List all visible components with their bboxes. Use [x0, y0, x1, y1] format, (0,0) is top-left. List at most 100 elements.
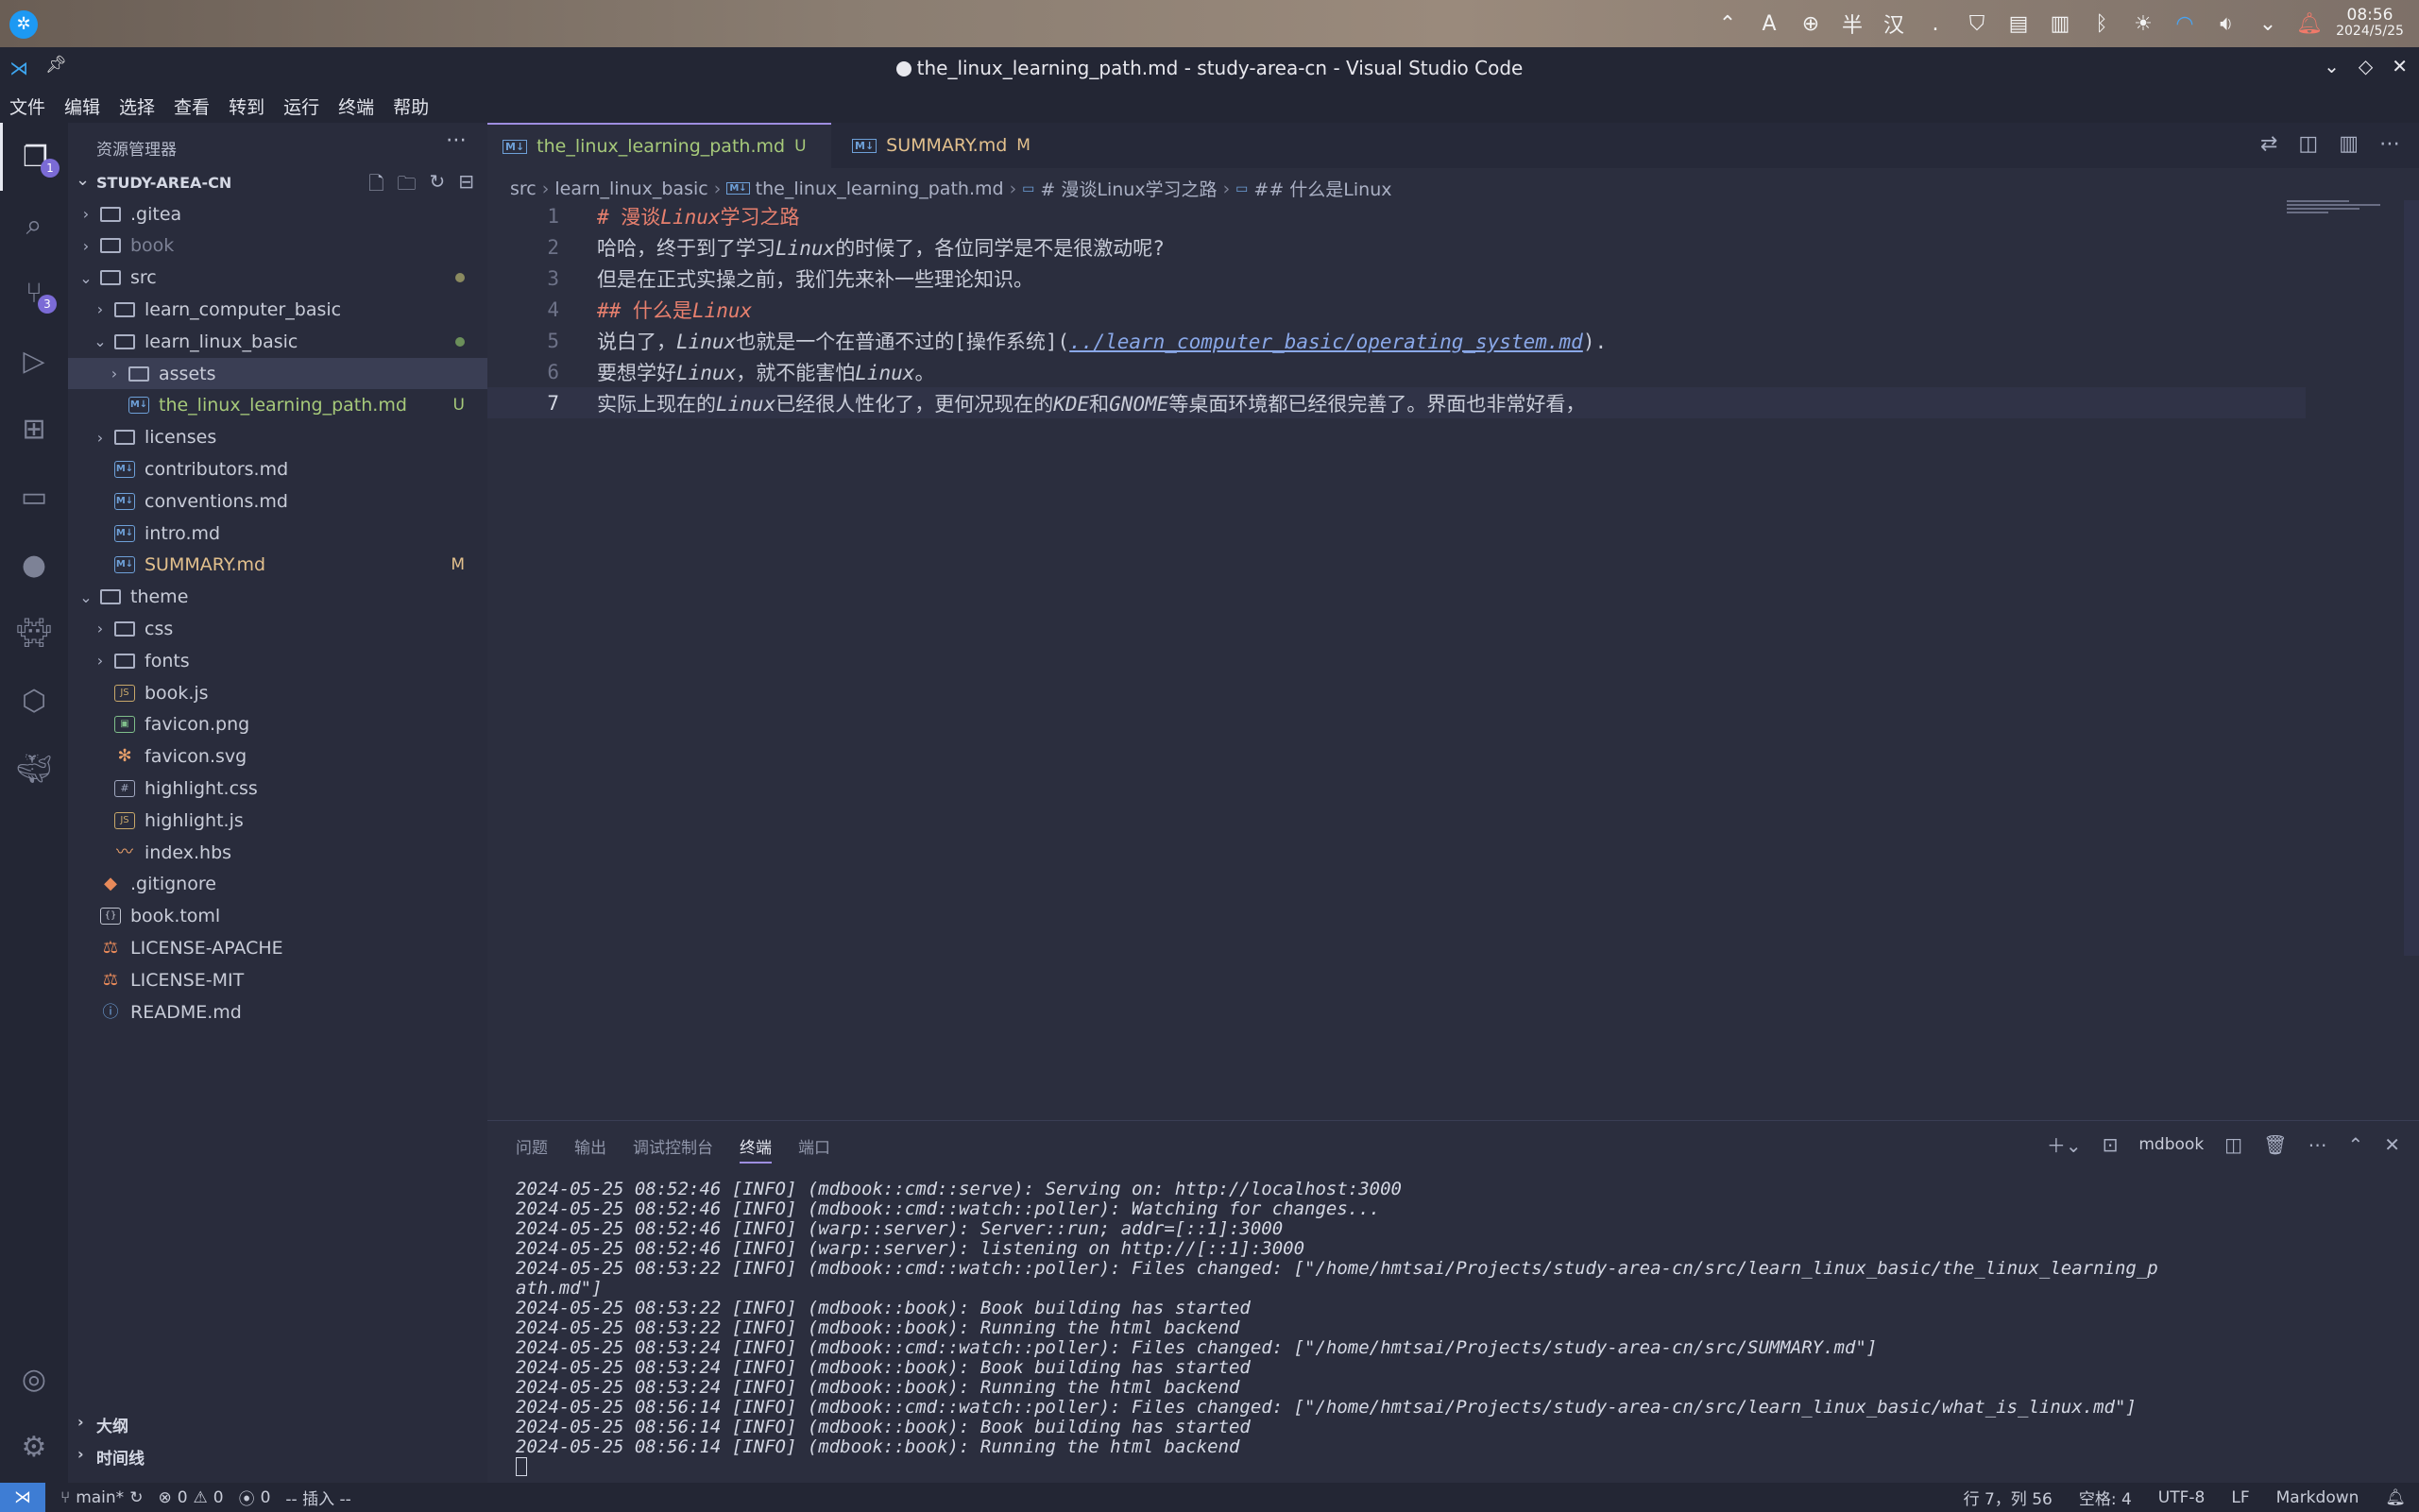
breadcrumb-item[interactable]: the_linux_learning_path.md: [756, 178, 1004, 199]
tab-output[interactable]: 输出: [574, 1134, 606, 1164]
docker-icon[interactable]: 🐳︎: [0, 735, 68, 803]
tree-item[interactable]: › fonts: [68, 645, 487, 676]
run-debug-icon[interactable]: ▷: [0, 327, 68, 395]
language-mode[interactable]: Markdown: [2276, 1488, 2359, 1507]
tree-item[interactable]: › book: [68, 230, 487, 262]
encoding[interactable]: UTF-8: [2158, 1488, 2206, 1507]
clipboard-icon[interactable]: ▥: [2039, 0, 2081, 47]
github-icon[interactable]: ●: [0, 531, 68, 599]
explorer-icon[interactable]: ❐ 1: [0, 123, 68, 191]
editor-scrollbar[interactable]: [2404, 200, 2419, 956]
menu-help[interactable]: 帮助: [393, 93, 429, 119]
ime-font-icon[interactable]: A: [1748, 0, 1790, 47]
tree-item[interactable]: JS book.js: [68, 677, 487, 708]
new-file-icon[interactable]: 🗋︎: [368, 170, 383, 202]
code-line[interactable]: 2 哈哈，终于到了学习Linux的时候了，各位同学是不是很激动呢?: [487, 231, 2306, 263]
tree-item[interactable]: ⚖ LICENSE-MIT: [68, 964, 487, 995]
tree-item[interactable]: › licenses: [68, 422, 487, 453]
tree-item[interactable]: ▣ favicon.png: [68, 709, 487, 740]
outline-section[interactable]: › 大纲: [68, 1409, 487, 1439]
tree-item[interactable]: ⌄ theme: [68, 582, 487, 613]
indentation[interactable]: 空格: 4: [2079, 1486, 2132, 1509]
tab-debug-console[interactable]: 调试控制台: [633, 1134, 713, 1164]
minimap[interactable]: [2287, 200, 2391, 238]
code-line[interactable]: 4 ## 什么是Linux: [487, 294, 2306, 325]
trash-icon[interactable]: 🗑︎: [2263, 1133, 2287, 1156]
maximize-icon[interactable]: ◇: [2359, 55, 2373, 77]
tab-terminal[interactable]: 终端: [740, 1134, 772, 1164]
close-icon[interactable]: ✕: [2392, 55, 2408, 77]
tree-item[interactable]: › css: [68, 613, 487, 644]
bluetooth-icon[interactable]: ᛒ: [2081, 0, 2122, 47]
package-icon[interactable]: ⬡: [0, 667, 68, 735]
tree-item[interactable]: M↓ contributors.md: [68, 453, 487, 484]
cursor-position[interactable]: 行 7，列 56: [1964, 1486, 2053, 1509]
chevron-up-icon[interactable]: ⌃: [1707, 0, 1748, 47]
tree-item[interactable]: › .gitea: [68, 198, 487, 229]
ime-chinese-indicator[interactable]: 汉: [1873, 0, 1915, 47]
menu-run[interactable]: 运行: [283, 93, 319, 119]
more-actions-icon[interactable]: ⋯: [2379, 132, 2400, 156]
terminal-name[interactable]: mdbook: [2138, 1135, 2204, 1154]
tree-item[interactable]: # highlight.css: [68, 773, 487, 804]
tree-item[interactable]: ⌄ src: [68, 263, 487, 294]
remote-indicator-icon[interactable]: ⋊: [0, 1483, 45, 1512]
settings-gear-icon[interactable]: ⚙: [0, 1413, 68, 1481]
menu-edit[interactable]: 编辑: [64, 93, 100, 119]
ime-punctuation-indicator[interactable]: .: [1915, 0, 1956, 47]
chevron-down-icon[interactable]: ⌄: [2247, 0, 2289, 47]
new-folder-icon[interactable]: 🗀︎: [397, 170, 416, 202]
timeline-section[interactable]: › 时间线: [68, 1441, 487, 1471]
breadcrumb-item[interactable]: # 漫谈Linux学习之路: [1040, 176, 1217, 201]
menu-go[interactable]: 转到: [229, 93, 264, 119]
tree-item[interactable]: ◆ .gitignore: [68, 869, 487, 900]
terminal-output[interactable]: 2024-05-25 08:52:46 [INFO] (mdbook::cmd:…: [516, 1180, 2405, 1481]
breadcrumb-item[interactable]: src: [510, 178, 537, 199]
preview-icon[interactable]: ◫: [2298, 132, 2318, 156]
tree-item[interactable]: JS highlight.js: [68, 805, 487, 836]
notifications-bell-icon[interactable]: 🔔︎: [2385, 1488, 2406, 1507]
collapse-all-icon[interactable]: ⊟: [458, 170, 474, 202]
git-branch[interactable]: ⑂ main* ↻: [60, 1488, 143, 1507]
tree-item[interactable]: › assets: [68, 358, 487, 389]
end-of-line[interactable]: LF: [2231, 1488, 2249, 1507]
search-icon[interactable]: ⌕: [0, 191, 68, 259]
code-line[interactable]: 6 要想学好Linux，就不能害怕Linux。: [487, 356, 2306, 387]
code-line[interactable]: 7 实际上现在的Linux已经很人性化了，更何况现在的KDE和GNOME等桌面环境…: [487, 387, 2306, 418]
tree-item[interactable]: ✻ favicon.svg: [68, 741, 487, 773]
split-editor-icon[interactable]: ▥: [2339, 132, 2359, 156]
tree-item[interactable]: M↓ conventions.md: [68, 485, 487, 517]
globe-icon[interactable]: ⊕: [1790, 0, 1831, 47]
new-terminal-icon[interactable]: ＋⌄: [2047, 1130, 2082, 1158]
tree-item[interactable]: ⓘ README.md: [68, 996, 487, 1028]
tab-summary[interactable]: M↓ SUMMARY.md M: [837, 123, 1059, 168]
open-changes-icon[interactable]: ⇄: [2260, 132, 2277, 156]
tab-problems[interactable]: 问题: [516, 1134, 548, 1164]
clock[interactable]: 08:56 2024/5/25: [2330, 8, 2410, 40]
notes-icon[interactable]: ▤: [1998, 0, 2039, 47]
problems-indicator[interactable]: ⊗ 0 ⚠ 0: [158, 1488, 223, 1507]
tree-item[interactable]: {} book.toml: [68, 901, 487, 932]
refresh-icon[interactable]: ↻: [429, 170, 445, 202]
code-line[interactable]: 5 说白了，Linux也就是一个在普通不过的[操作系统](../learn_com…: [487, 325, 2306, 356]
wifi-icon[interactable]: ◠: [2164, 0, 2206, 47]
brightness-icon[interactable]: ☀: [2122, 0, 2164, 47]
more-actions-icon[interactable]: ⋯: [446, 128, 467, 152]
close-panel-icon[interactable]: ✕: [2384, 1133, 2400, 1156]
maximize-panel-icon[interactable]: ⌃: [2347, 1133, 2363, 1156]
workspace-header[interactable]: ⌄ STUDY-AREA-CN 🗋︎ 🗀︎ ↻ ⊟: [68, 168, 487, 198]
notification-icon[interactable]: 🔔︎: [2289, 0, 2330, 47]
tree-item[interactable]: ⌄ learn_linux_basic: [68, 326, 487, 357]
breadcrumb-item[interactable]: learn_linux_basic: [554, 178, 707, 199]
tab-the-linux-learning-path[interactable]: M↓ the_linux_learning_path.md U: [487, 123, 831, 168]
tree-item[interactable]: M↓ intro.md: [68, 518, 487, 549]
split-terminal-icon[interactable]: ◫: [2224, 1133, 2242, 1156]
menu-terminal[interactable]: 终端: [338, 93, 374, 119]
menu-view[interactable]: 查看: [174, 93, 210, 119]
account-icon[interactable]: ◎: [0, 1345, 68, 1413]
tree-item[interactable]: M↓ SUMMARY.md M: [68, 550, 487, 581]
alien-icon[interactable]: 👾︎: [0, 599, 68, 667]
menu-selection[interactable]: 选择: [119, 93, 155, 119]
tree-item[interactable]: 〰 index.hbs: [68, 837, 487, 868]
breadcrumb-item[interactable]: ## 什么是Linux: [1253, 176, 1391, 201]
